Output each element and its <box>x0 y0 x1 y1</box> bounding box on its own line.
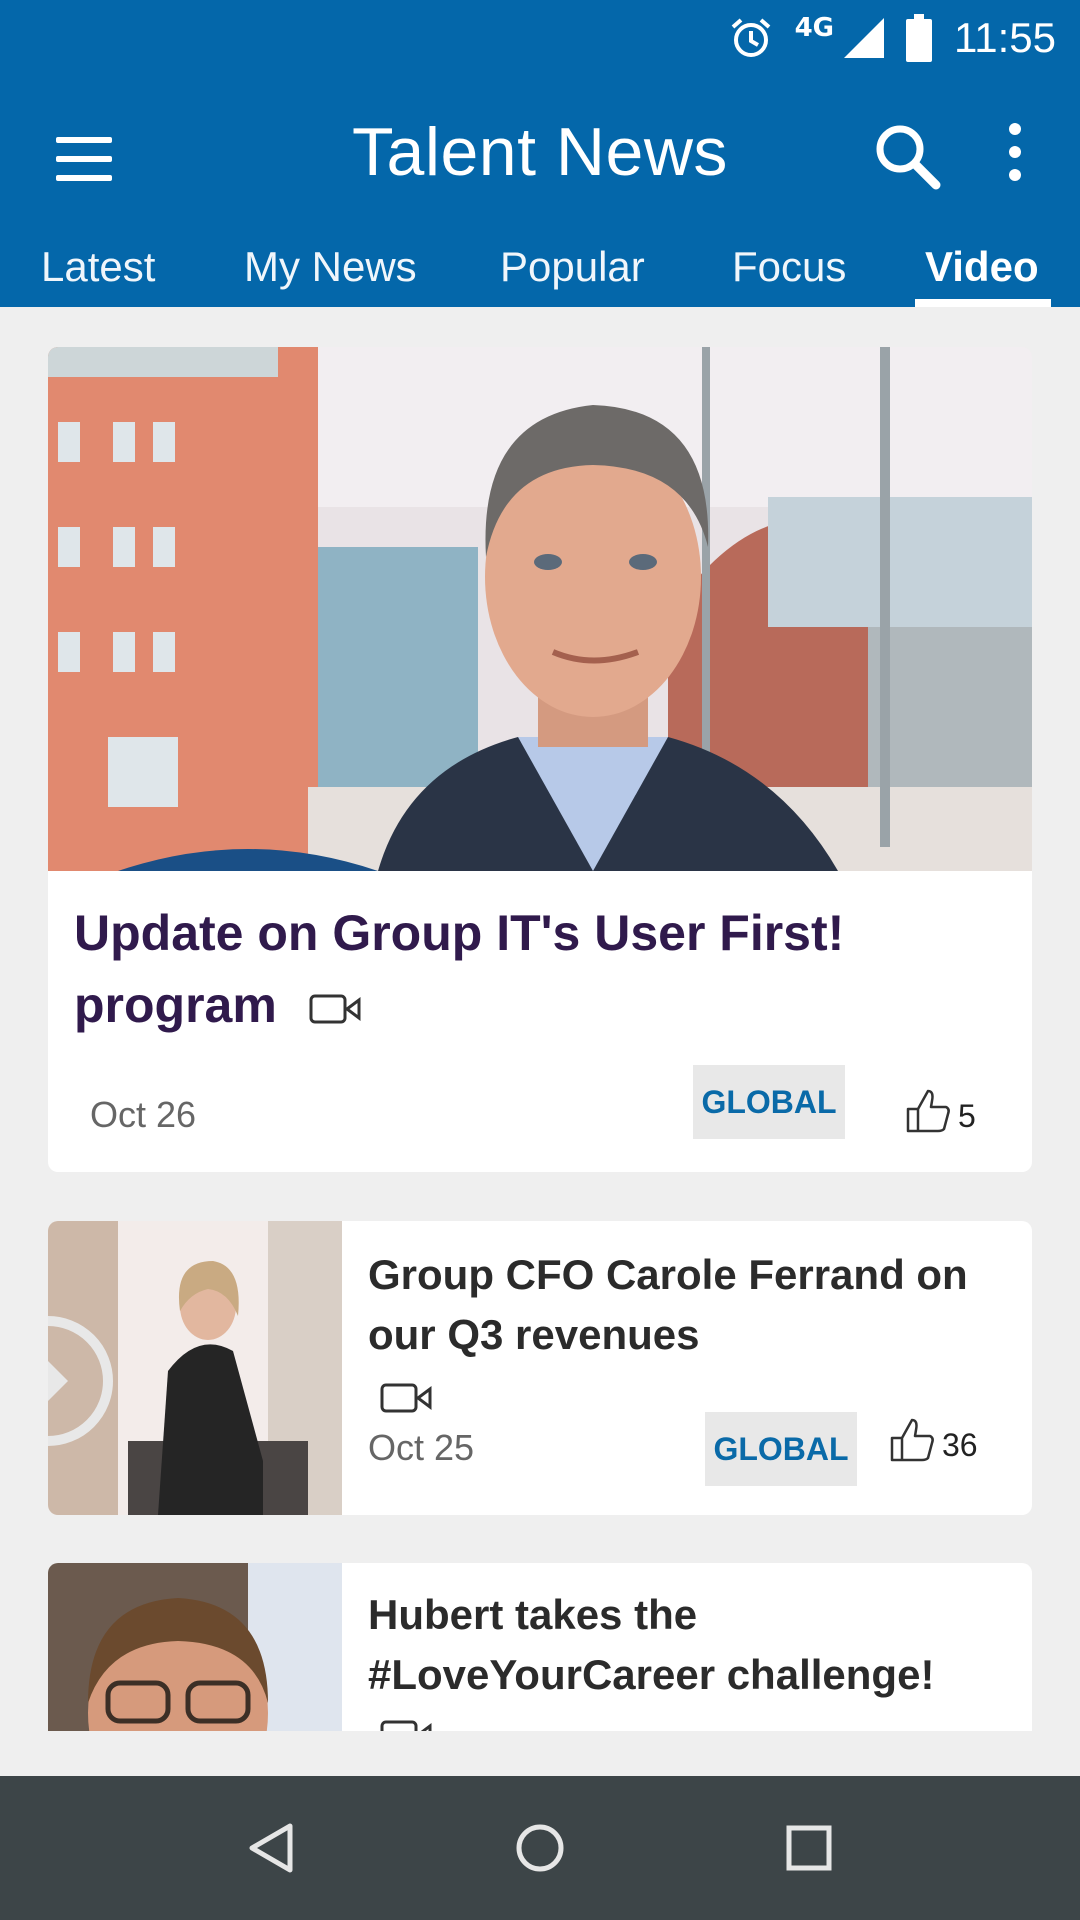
search-icon[interactable] <box>872 121 942 191</box>
home-icon[interactable] <box>514 1822 566 1874</box>
video-icon <box>380 1720 432 1731</box>
status-bar: 4G 11:55 <box>0 0 1080 75</box>
like-button[interactable]: 5 <box>904 1087 976 1135</box>
article-video-thumbnail[interactable] <box>48 1221 342 1515</box>
article-title[interactable]: Group CFO Carole Ferrand on our Q3 reven… <box>368 1245 1008 1365</box>
article-card[interactable]: Hubert takes the #LoveYourCareer challen… <box>48 1563 1032 1731</box>
app-bar: Talent News Latest My News Popular Focus… <box>0 75 1080 307</box>
region-tag[interactable]: GLOBAL <box>693 1065 845 1139</box>
tab-bar: Latest My News Popular Focus Video <box>0 235 1080 307</box>
network-type: 4G <box>794 13 834 43</box>
tab-video[interactable]: Video <box>925 235 1039 307</box>
region-tag[interactable]: GLOBAL <box>705 1412 857 1486</box>
tab-popular[interactable]: Popular <box>500 235 645 307</box>
article-card[interactable]: Group CFO Carole Ferrand on our Q3 reven… <box>48 1221 1032 1515</box>
like-count: 5 <box>958 1098 976 1134</box>
tab-my-news[interactable]: My News <box>244 235 417 307</box>
tab-latest[interactable]: Latest <box>41 235 155 307</box>
recents-icon[interactable] <box>786 1825 832 1871</box>
back-icon[interactable] <box>246 1822 294 1874</box>
tab-focus[interactable]: Focus <box>732 235 846 307</box>
like-count: 36 <box>942 1427 978 1463</box>
alarm-icon <box>731 18 770 57</box>
featured-article-card[interactable]: Update on Group IT's User First! program… <box>48 347 1032 1172</box>
thumbs-up-icon <box>890 1418 934 1462</box>
featured-article-title[interactable]: Update on Group IT's User First! program <box>74 897 954 1041</box>
video-icon <box>380 1383 432 1413</box>
article-title[interactable]: Hubert takes the #LoveYourCareer challen… <box>368 1585 1008 1705</box>
tab-indicator <box>915 299 1051 307</box>
article-video-thumbnail[interactable] <box>48 1563 342 1731</box>
battery-icon <box>906 14 932 62</box>
featured-title-text: Update on Group IT's User First! program <box>74 905 845 1033</box>
featured-article-date: Oct 26 <box>90 1094 197 1135</box>
like-button[interactable]: 36 <box>888 1416 978 1464</box>
status-icons: 4G 11:55 <box>729 10 1056 66</box>
featured-video-thumbnail[interactable] <box>48 347 1032 871</box>
clock: 11:55 <box>954 14 1056 61</box>
more-vert-icon[interactable] <box>1000 123 1030 183</box>
system-nav-bar <box>0 1776 1080 1920</box>
video-icon <box>309 994 361 1024</box>
thumbs-up-icon <box>906 1089 950 1133</box>
article-date: Oct 25 <box>368 1427 475 1468</box>
signal-icon <box>844 18 884 58</box>
